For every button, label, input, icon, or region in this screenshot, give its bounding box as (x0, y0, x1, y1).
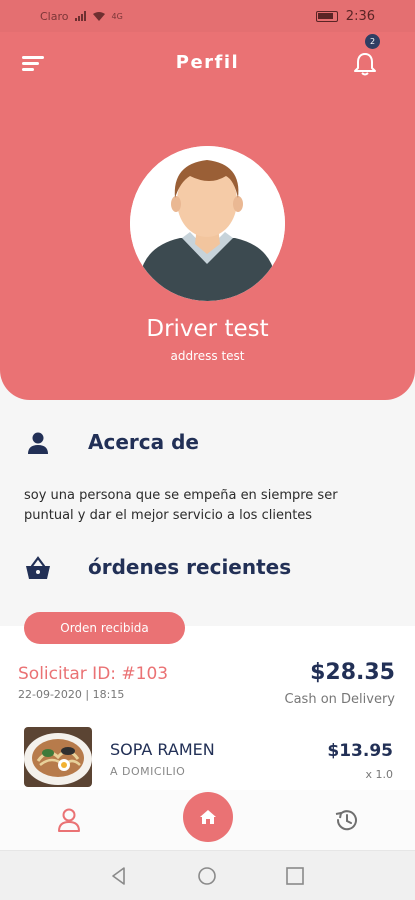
bell-icon[interactable] (350, 50, 380, 80)
order-date: 22-09-2020 | 18:15 (18, 688, 125, 701)
battery-icon (315, 10, 338, 22)
recents-icon[interactable] (284, 865, 306, 887)
about-title: Acerca de (88, 430, 199, 454)
back-icon[interactable] (108, 865, 130, 887)
home-icon (200, 810, 216, 824)
home-nav-button[interactable] (183, 792, 233, 842)
profile-header: Perfil Driver test address test (0, 32, 415, 400)
payment-method: Cash on Delivery (284, 692, 395, 707)
user-icon (28, 432, 48, 454)
order-total: $28.35 (310, 660, 395, 685)
item-price: $13.95 (327, 741, 393, 761)
home-system-icon[interactable] (196, 865, 218, 887)
history-nav-icon[interactable] (332, 806, 360, 834)
notification-badge: 2 (365, 34, 380, 49)
wifi-icon (92, 11, 105, 21)
item-delivery-type: A DOMICILIO (110, 765, 186, 778)
driver-avatar-image (130, 146, 285, 301)
order-status-button[interactable]: Orden recibida (24, 612, 185, 644)
order-id: Solicitar ID: #103 (18, 664, 169, 684)
item-image (24, 727, 92, 787)
driver-address: address test (170, 349, 245, 363)
signal-icon (74, 11, 86, 21)
status-bar: Claro 4G 2:36 (0, 0, 415, 32)
about-text: soy una persona que se empeña en siempre… (24, 488, 338, 523)
system-navigation-bar (0, 850, 415, 900)
avatar (130, 146, 285, 301)
recent-orders-title: órdenes recientes (88, 555, 292, 579)
clock: 2:36 (345, 8, 375, 24)
network-label: 4G (111, 11, 123, 21)
driver-name: Driver test (146, 316, 269, 342)
basket-icon (26, 556, 50, 579)
item-quantity: x 1.0 (365, 768, 394, 781)
item-name: SOPA RAMEN (110, 740, 215, 759)
profile-nav-icon[interactable] (55, 806, 83, 834)
carrier-label: Claro (40, 9, 69, 23)
